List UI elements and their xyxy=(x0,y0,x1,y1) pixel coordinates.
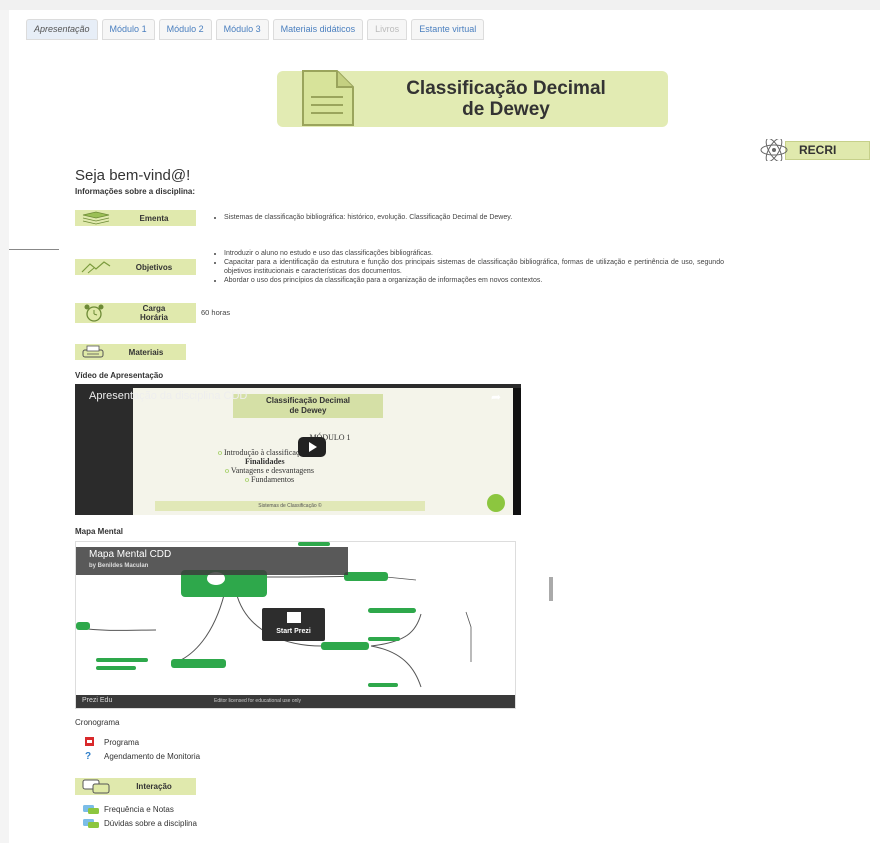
cronograma-heading: Cronograma xyxy=(75,718,120,727)
prezi-embed[interactable]: Mapa Mental CDD by Benildes Maculan Star… xyxy=(75,541,516,709)
map-node xyxy=(298,542,330,546)
prezi-license: Editor licensed for educational use only xyxy=(214,698,301,704)
map-node xyxy=(368,637,400,641)
top-band xyxy=(0,0,880,10)
map-node xyxy=(171,659,226,668)
map-node xyxy=(321,642,369,650)
ementa-label: Ementa xyxy=(139,214,169,223)
tab-materiais-didaticos[interactable]: Materiais didáticos xyxy=(272,19,364,40)
info-heading: Informações sobre a disciplina: xyxy=(75,187,196,196)
link-agendamento-monitoria[interactable]: Agendamento de Monitoria xyxy=(104,752,200,761)
link-duvidas-disciplina[interactable]: Dúvidas sobre a disciplina xyxy=(104,819,197,828)
materiais-label: Materiais xyxy=(128,348,164,357)
divider xyxy=(9,249,59,250)
forum-icon xyxy=(83,805,99,814)
slide-item-text: Fundamentos xyxy=(251,475,295,484)
tab-livros: Livros xyxy=(367,19,408,40)
carga-label-box: Carga Horária xyxy=(75,303,196,323)
ementa-list: Sistemas de classificação bibliográfica:… xyxy=(214,213,724,222)
map-node xyxy=(344,572,388,581)
play-button[interactable] xyxy=(298,437,326,457)
slide-title-line-2: de Dewey xyxy=(289,406,327,415)
tab-estante-virtual[interactable]: Estante virtual xyxy=(411,19,485,40)
objetivos-label: Objetivos xyxy=(135,263,173,272)
books-icon xyxy=(82,211,110,225)
mapa-heading: Mapa Mental xyxy=(75,527,124,536)
slide-item: o Vantagens e desvantagens xyxy=(225,466,314,475)
ementa-label-box: Ementa xyxy=(75,210,196,226)
materiais-label-box[interactable]: Materiais xyxy=(75,344,186,360)
slide-item: o Fundamentos xyxy=(245,475,295,484)
map-node xyxy=(368,683,398,687)
objetivos-item: Abordar o uso dos princípios da classifi… xyxy=(224,276,724,285)
map-node xyxy=(96,666,136,670)
prezi-header: Mapa Mental CDD by Benildes Maculan xyxy=(76,547,348,575)
banner-title-line-2: de Dewey xyxy=(462,99,550,120)
objetivos-item: Capacitar para a identificação da estrut… xyxy=(224,258,724,276)
banner-title: Classificação Decimal de Dewey xyxy=(349,78,663,120)
slide-modulo: MÓDULO 1 xyxy=(309,433,351,442)
interacao-label: Interação xyxy=(136,782,172,791)
map-node xyxy=(76,622,90,630)
tab-modulo-2[interactable]: Módulo 2 xyxy=(158,19,212,40)
banner-title-line-1: Classificação Decimal xyxy=(406,78,606,99)
link-frequencia-notas[interactable]: Frequência e Notas xyxy=(104,805,174,814)
atom-icon xyxy=(760,139,788,161)
forum-icon xyxy=(83,819,99,828)
recri-link[interactable]: RECRI xyxy=(757,139,870,161)
help-icon: ? xyxy=(85,751,92,762)
prezi-bottom-bar: Prezi Edu Editor licensed for educationa… xyxy=(76,695,515,708)
video-slide: Classificação Decimal de Dewey MÓDULO 1 … xyxy=(133,388,521,515)
slide-item: o Introdução à classificação xyxy=(218,448,308,457)
tab-modulo-1[interactable]: Módulo 1 xyxy=(101,19,155,40)
welcome-text: Seja bem-vind@! xyxy=(75,167,191,184)
objectives-icon xyxy=(81,261,111,274)
video-title[interactable]: Apresentação da disciplina CDD xyxy=(89,390,247,402)
slide-item-text: Introdução à classificação xyxy=(224,448,308,457)
slide-item-text: Finalidades xyxy=(245,457,285,466)
course-tabs: Apresentação Módulo 1 Módulo 2 Módulo 3 … xyxy=(26,19,485,40)
objetivos-label-box: Objetivos xyxy=(75,259,196,275)
slide-title: Classificação Decimal de Dewey xyxy=(233,394,383,418)
play-icon xyxy=(287,612,301,623)
ementa-item: Sistemas de classificação bibliográfica:… xyxy=(224,213,724,222)
pdf-icon xyxy=(85,737,94,746)
objetivos-item: Introduzir o aluno no estudo e uso das c… xyxy=(224,249,724,258)
scrollbar-thumb[interactable] xyxy=(549,577,553,601)
link-programa[interactable]: Programa xyxy=(104,738,139,747)
map-node xyxy=(96,658,148,662)
chat-icon xyxy=(82,779,110,794)
printer-icon xyxy=(82,345,104,358)
map-node xyxy=(368,608,416,613)
carga-label-line-1: Carga xyxy=(142,304,166,313)
video-side-bar xyxy=(513,388,521,515)
prezi-brand[interactable]: Prezi Edu xyxy=(82,697,112,704)
recri-label: RECRI xyxy=(799,143,837,157)
start-prezi-label: Start Prezi xyxy=(276,628,311,635)
start-prezi-button[interactable]: Start Prezi xyxy=(262,608,325,641)
carga-value: 60 horas xyxy=(201,308,231,317)
slide-green-circle xyxy=(487,494,505,512)
objetivos-list: Introduzir o aluno no estudo e uso das c… xyxy=(214,249,724,285)
slide-footer: Sistemas de Classificação © xyxy=(155,501,425,511)
carga-label-line-2: Horária xyxy=(139,313,168,322)
slide-title-line-1: Classificação Decimal xyxy=(265,396,351,405)
course-banner: Classificação Decimal de Dewey xyxy=(277,70,668,127)
share-icon[interactable]: ➦ xyxy=(491,390,501,404)
prezi-author: by Benildes Maculan xyxy=(89,563,149,569)
alarm-clock-icon xyxy=(84,304,104,322)
video-player[interactable]: Classificação Decimal de Dewey MÓDULO 1 … xyxy=(75,384,521,515)
slide-item: Finalidades xyxy=(245,457,285,466)
carga-label: Carga Horária xyxy=(115,304,193,322)
video-heading: Vídeo de Apresentação xyxy=(75,371,164,380)
tab-apresentacao[interactable]: Apresentação xyxy=(26,19,98,40)
slide-item-text: Vantagens e desvantagens xyxy=(230,466,314,475)
prezi-title: Mapa Mental CDD xyxy=(89,549,172,560)
tab-modulo-3[interactable]: Módulo 3 xyxy=(215,19,269,40)
interacao-label-box: Interação xyxy=(75,778,196,795)
